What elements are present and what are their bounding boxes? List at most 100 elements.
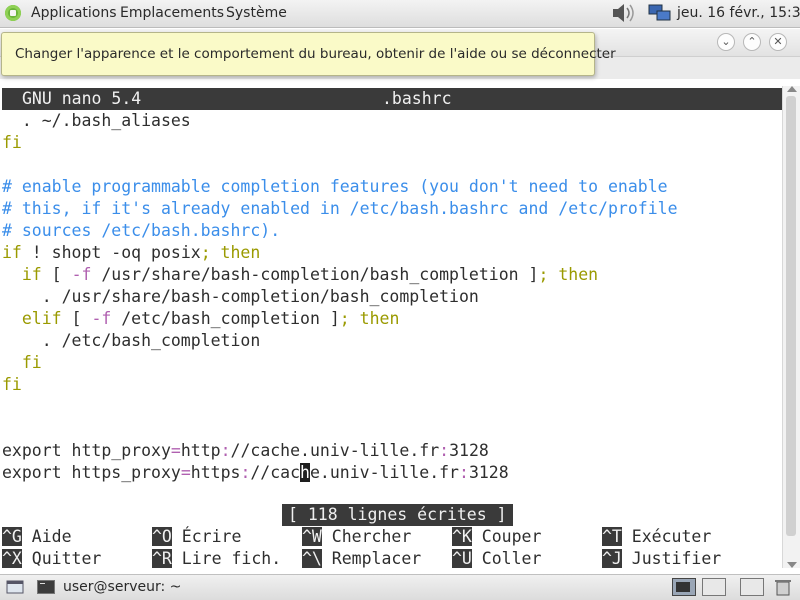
shortcut-key: ^R [152,549,172,568]
buffer-line[interactable]: # enable programmable completion feature… [2,176,668,198]
workspace-1[interactable] [672,578,696,600]
scroll-up-icon[interactable] [787,86,797,92]
shortcut-label: Remplacer [321,549,422,568]
show-desktop-icon[interactable] [6,579,24,599]
shortcut-chercher[interactable]: ^W Chercher [302,526,411,548]
shortcut-label: Couper [471,527,542,546]
code-token: e.univ-lille.fr [309,463,459,482]
workspace-2[interactable] [702,578,726,600]
nano-editor[interactable]: GNU nano 5.4 .bashrc . ~/.bash_aliasesfi… [0,86,782,568]
code-token: # this, if it's already enabled in /etc/… [2,199,678,218]
scroll-down-icon[interactable] [787,562,797,568]
code-token: ; then [538,265,599,284]
code-token: . /etc/bash_completion [2,331,261,350]
shortcut-remplacer[interactable]: ^\ Remplacer [302,548,421,570]
nano-status: [ 118 lignes écrites ] [282,504,513,526]
taskbar-item-label: user@serveur: ~ [63,579,182,595]
buffer-line[interactable]: . ~/.bash_aliases [2,110,191,132]
code-token: fi [21,353,42,372]
shortcut-lire-fich[interactable]: ^R Lire fich. [152,548,281,570]
workspace-3[interactable] [740,578,764,600]
minimize-icon[interactable]: ⌄ [717,33,735,51]
code-token: fi [2,133,22,152]
shortcut-label: Aide [21,527,72,546]
code-token: elif [21,309,62,328]
shortcut-label: Coller [471,549,542,568]
code-token: : [439,441,450,460]
code-token: //cache.univ-lille.fr [230,441,440,460]
code-token: -f [71,265,92,284]
shortcut-key: ^U [452,549,472,568]
shortcut-justifier[interactable]: ^J Justifier [602,548,721,570]
network-icon[interactable] [648,3,672,27]
code-token: -f [91,309,112,328]
terminal-window: ⌄ ⌃ ✕ GNU nano 5.4 .bashrc . ~/.bash_ali… [0,29,800,573]
shortcut-key: ^K [452,527,472,546]
buffer-line[interactable]: . /usr/share/bash-completion/bash_comple… [2,286,479,308]
tooltip: Changer l'apparence et le comportement d… [1,32,616,76]
close-icon[interactable]: ✕ [769,33,787,51]
buffer-line[interactable]: elif [ -f /etc/bash_completion ]; then [2,308,400,330]
buffer-line[interactable]: # sources /etc/bash.bashrc). [2,220,280,242]
buffer-line[interactable]: . /etc/bash_completion [2,330,261,352]
code-token: /etc/bash_completion ] [111,309,340,328]
code-token: http_proxy [61,441,171,460]
nano-header: GNU nano 5.4 .bashrc [2,88,782,110]
buffer-line[interactable]: fi [2,132,22,154]
code-token: ! shopt -oq posix [21,243,201,262]
code-token: if [2,243,22,262]
shortcut-quitter[interactable]: ^X Quitter [2,548,101,570]
shortcut-key: ^J [602,549,622,568]
trash-icon[interactable] [772,578,794,600]
code-token: : [220,441,231,460]
clock[interactable]: jeu. 16 févr., 15:36 [677,5,800,21]
distro-logo-icon[interactable] [5,5,21,21]
top-panel: Applications Emplacements Système jeu. 1… [0,0,800,28]
code-token: if [21,265,42,284]
buffer-line[interactable]: # this, if it's already enabled in /etc/… [2,198,678,220]
shortcut-couper[interactable]: ^K Couper [452,526,541,548]
code-token: export [2,441,62,460]
code-token: . /usr/share/bash-completion/bash_comple… [2,287,479,306]
shortcut-key: ^X [2,549,22,568]
buffer-line[interactable]: export http_proxy=http://cache.univ-lill… [2,440,489,462]
terminal-icon [37,580,55,594]
shortcut-label: Quitter [21,549,102,568]
shortcut-key: ^G [2,527,22,546]
shortcut-écrire[interactable]: ^O Écrire [152,526,241,548]
scroll-thumb[interactable] [786,96,796,536]
taskbar-item-terminal[interactable]: user@serveur: ~ [33,577,363,597]
buffer-line[interactable]: export https_proxy=https://cache.univ-li… [2,462,509,484]
menu-applications[interactable]: Applications [31,5,117,21]
code-token: http [180,441,221,460]
shortcut-label: Chercher [321,527,412,546]
shortcut-label: Justifier [621,549,722,568]
maximize-icon[interactable]: ⌃ [743,33,761,51]
volume-icon[interactable] [612,3,640,27]
code-token: # enable programmable completion feature… [2,177,668,196]
shortcut-label: Écrire [171,527,242,546]
buffer-line[interactable]: if ! shopt -oq posix; then [2,242,260,264]
code-token: # sources /etc/bash.bashrc). [2,221,281,240]
buffer-line[interactable]: fi [2,352,42,374]
menu-systeme[interactable]: Système [226,5,287,21]
shortcut-exécuter[interactable]: ^T Exécuter [602,526,711,548]
code-token: : [459,463,469,482]
bottom-panel: user@serveur: ~ [0,574,800,600]
buffer-line[interactable]: if [ -f /usr/share/bash-completion/bash_… [2,264,598,286]
shortcut-coller[interactable]: ^U Coller [452,548,541,570]
code-token: ; then [339,309,400,328]
menu-emplacements[interactable]: Emplacements [120,5,224,21]
shortcut-aide[interactable]: ^G Aide [2,526,72,548]
buffer-line[interactable]: fi [2,374,22,396]
shortcut-label: Lire fich. [171,549,282,568]
shortcut-key: ^T [602,527,622,546]
code-token: . ~/.bash_aliases [2,111,191,130]
nano-version: GNU nano 5.4 [22,89,142,108]
code-token: 3128 [449,441,489,460]
terminal-scrollbar[interactable] [782,86,800,568]
code-token: https_proxy [61,463,181,482]
